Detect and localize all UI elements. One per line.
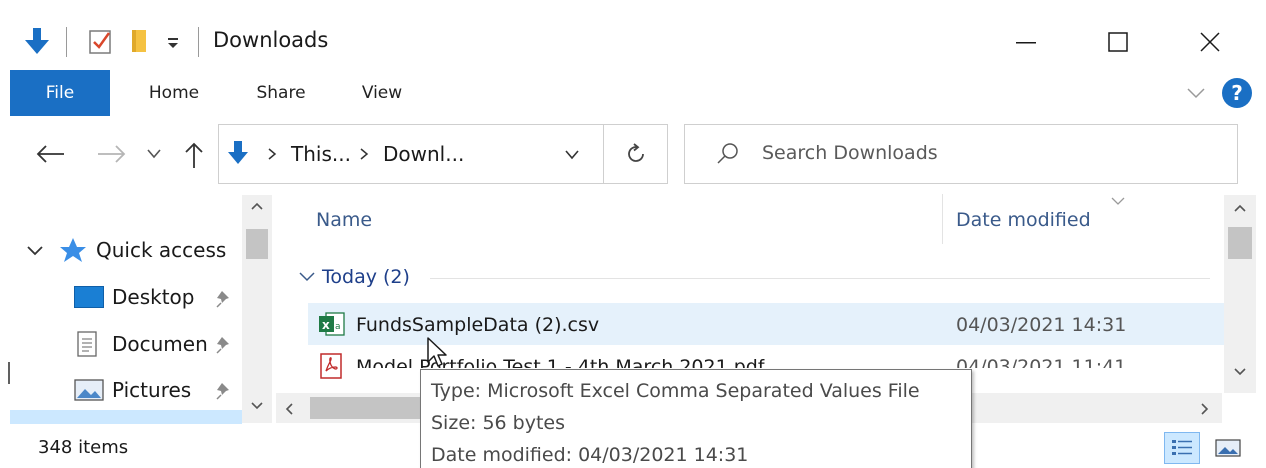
- mouse-pointer-icon: [427, 337, 447, 367]
- file-date: 04/03/2021 14:31: [956, 314, 1127, 336]
- scroll-up-icon[interactable]: [1233, 203, 1247, 213]
- nav-quick-access[interactable]: Quick access: [96, 238, 226, 262]
- minimize-icon: [1016, 42, 1036, 44]
- pictures-icon: [74, 379, 104, 401]
- file-date: 04/03/2021 11:41: [956, 356, 1127, 378]
- title-bar: Downloads: [0, 0, 1266, 70]
- nav-scroll-thumb[interactable]: [246, 229, 268, 259]
- breadcrumb-this-pc[interactable]: This...: [291, 142, 351, 166]
- pin-icon[interactable]: [214, 380, 236, 402]
- nav-documents[interactable]: Documen: [112, 332, 208, 356]
- horizontal-scroll-thumb[interactable]: [310, 397, 420, 419]
- minimize-button[interactable]: [990, 16, 1062, 68]
- large-icons-view-icon: [1215, 439, 1241, 457]
- svg-text:x: x: [322, 318, 330, 332]
- customize-toolbar-icon[interactable]: [166, 36, 180, 50]
- breadcrumb-downloads[interactable]: Downl...: [383, 142, 464, 166]
- large-icons-view-button[interactable]: [1212, 434, 1244, 462]
- documents-icon: [77, 331, 97, 357]
- close-icon: [1200, 32, 1220, 52]
- ribbon-tabs: File Home Share View ?: [0, 70, 1266, 116]
- tab-view[interactable]: View: [346, 70, 418, 116]
- sort-chevron-icon: [1111, 197, 1125, 205]
- title-separator: [198, 27, 199, 57]
- pdf-file-icon: [320, 353, 342, 379]
- tooltip-date: Date modified: 04/03/2021 14:31: [431, 444, 749, 466]
- scroll-down-icon[interactable]: [1233, 367, 1247, 377]
- refresh-icon: [627, 143, 644, 162]
- pin-icon[interactable]: [214, 334, 236, 356]
- properties-icon[interactable]: [89, 27, 113, 55]
- tooltip-type: Type: Microsoft Excel Comma Separated Va…: [431, 380, 920, 402]
- tab-share[interactable]: Share: [244, 70, 318, 116]
- excel-csv-file-icon: x a: [319, 312, 345, 336]
- item-count: 348 items: [38, 437, 129, 458]
- chevron-right-icon: [268, 148, 277, 160]
- chevron-right-icon: [360, 148, 369, 160]
- nav-scrollbar[interactable]: [242, 195, 272, 423]
- column-header-name[interactable]: Name: [316, 209, 372, 231]
- svg-text:a: a: [335, 322, 341, 332]
- help-icon[interactable]: ?: [1222, 78, 1252, 108]
- chevron-down-icon[interactable]: [26, 244, 44, 258]
- nav-desktop[interactable]: Desktop: [112, 285, 194, 309]
- scroll-down-icon[interactable]: [250, 401, 264, 411]
- search-placeholder: Search Downloads: [762, 142, 938, 164]
- maximize-icon: [1108, 32, 1128, 52]
- download-arrow-icon[interactable]: [24, 26, 50, 56]
- back-arrow-icon[interactable]: [34, 142, 66, 166]
- tooltip-size: Size: 56 bytes: [431, 412, 566, 434]
- tab-file[interactable]: File: [10, 70, 110, 116]
- recent-locations-icon[interactable]: [146, 148, 162, 160]
- column-divider[interactable]: [942, 194, 943, 244]
- address-bar[interactable]: This... Downl...: [218, 124, 604, 184]
- downloads-location-icon: [228, 141, 248, 164]
- title-separator: [66, 27, 67, 57]
- new-folder-icon[interactable]: [128, 28, 152, 54]
- star-icon: [60, 238, 86, 262]
- details-view-icon: [1172, 440, 1192, 455]
- file-name[interactable]: FundsSampleData (2).csv: [356, 314, 599, 336]
- nav-pane-edge: [8, 362, 10, 384]
- pin-icon[interactable]: [214, 288, 236, 310]
- address-history-dropdown-icon[interactable]: [564, 149, 580, 161]
- content-scrollbar[interactable]: [1224, 195, 1256, 393]
- refresh-button[interactable]: [604, 124, 668, 184]
- group-collapse-icon[interactable]: [298, 270, 316, 284]
- details-view-button[interactable]: [1164, 432, 1200, 464]
- column-header-date[interactable]: Date modified: [956, 209, 1091, 231]
- close-button[interactable]: [1174, 16, 1246, 68]
- nav-selected-item[interactable]: [10, 410, 242, 424]
- expand-ribbon-icon[interactable]: [1186, 86, 1206, 100]
- scroll-right-icon[interactable]: [1200, 402, 1210, 416]
- group-header-today[interactable]: Today (2): [322, 266, 410, 288]
- up-arrow-icon[interactable]: [182, 140, 206, 170]
- maximize-button[interactable]: [1082, 16, 1154, 68]
- forward-arrow-icon[interactable]: [96, 142, 128, 166]
- window-title: Downloads: [213, 28, 329, 52]
- desktop-icon: [74, 286, 104, 308]
- tab-home[interactable]: Home: [134, 70, 214, 116]
- content-scroll-thumb[interactable]: [1228, 227, 1252, 259]
- search-icon: [717, 143, 738, 164]
- group-divider: [430, 278, 1210, 279]
- scroll-up-icon[interactable]: [250, 201, 264, 211]
- file-info-tooltip: Type: Microsoft Excel Comma Separated Va…: [420, 369, 972, 468]
- nav-pictures[interactable]: Pictures: [112, 378, 191, 402]
- scroll-left-icon[interactable]: [284, 402, 294, 416]
